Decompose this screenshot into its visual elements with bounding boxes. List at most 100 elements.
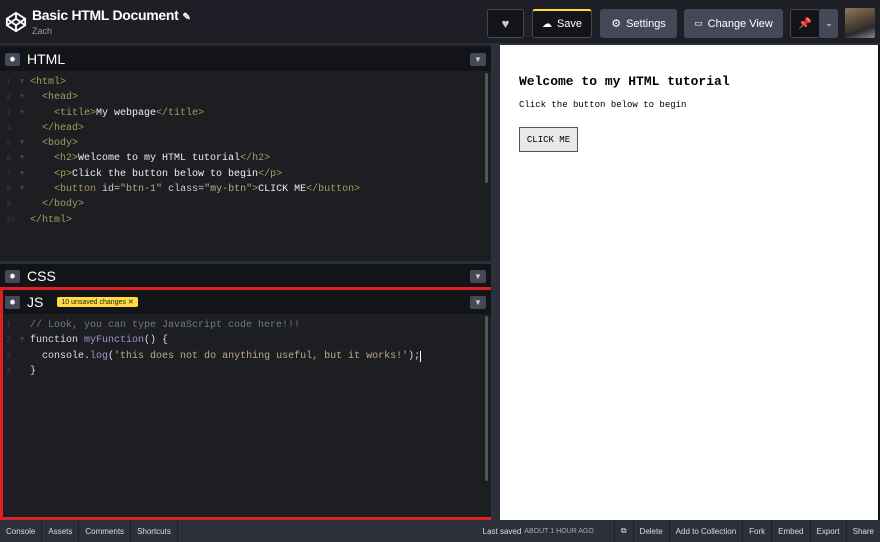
- line-number: 9: [6, 200, 11, 210]
- code-line[interactable]: 2 ▼ function myFunction() {: [0, 333, 491, 348]
- code-token: <html>: [30, 77, 67, 88]
- line-number: 4: [6, 123, 11, 133]
- code-token: </head>: [42, 122, 85, 134]
- footer-add-to-collection-button[interactable]: Add to Collection: [668, 520, 742, 542]
- footer-export-button[interactable]: Export: [809, 520, 846, 542]
- html-collapse-chevron-icon[interactable]: ▼: [470, 52, 486, 66]
- code-line[interactable]: 8 ▼ <button id="btn-1" class="my-btn">CLI…: [0, 182, 491, 197]
- close-icon[interactable]: ✕: [128, 299, 134, 306]
- fold-arrow-icon[interactable]: ▼: [20, 106, 24, 121]
- change-view-button[interactable]: ▭ Change View: [684, 9, 783, 38]
- js-collapse-chevron-icon[interactable]: ▼: [470, 295, 486, 309]
- html-settings-gear-icon[interactable]: ✹: [5, 52, 20, 66]
- preview-paragraph: Click the button below to begin: [519, 100, 687, 110]
- unsaved-changes-text: 10 unsaved changes: [61, 299, 126, 306]
- css-settings-gear-icon[interactable]: ✹: [5, 269, 20, 283]
- settings-button[interactable]: ⚙ Settings: [600, 9, 677, 38]
- line-number: 1: [6, 78, 11, 87]
- code-token: <title>: [54, 107, 97, 119]
- pen-title[interactable]: Basic HTML Document ✎: [32, 7, 191, 23]
- js-panel-title: JS: [27, 294, 44, 310]
- author-name[interactable]: Zach: [32, 26, 52, 36]
- unsaved-changes-badge[interactable]: 10 unsaved changes ✕: [57, 297, 138, 307]
- footer-comments-button[interactable]: Comments: [79, 520, 132, 542]
- html-scrollbar[interactable]: [485, 73, 488, 183]
- pane-resize-handle[interactable]: [491, 45, 500, 520]
- css-panel-title: CSS: [27, 268, 56, 284]
- code-line[interactable]: 1 // Look, you can type JavaScript code h…: [0, 318, 491, 333]
- code-line[interactable]: 3 ▼ <title>My webpage</title>: [0, 106, 491, 121]
- footer-fork-button[interactable]: Fork: [742, 520, 771, 542]
- fold-arrow-icon[interactable]: ▼: [20, 167, 24, 182]
- fold-arrow-icon[interactable]: ▼: [20, 182, 24, 197]
- fold-arrow-icon[interactable]: ▼: [20, 75, 24, 90]
- code-token: </h2>: [240, 153, 271, 165]
- pencil-icon[interactable]: ✎: [183, 12, 191, 23]
- line-number: 2: [6, 93, 11, 103]
- footer-embed-button[interactable]: Embed: [771, 520, 809, 542]
- footer-delete-button[interactable]: Delete: [632, 520, 669, 542]
- footer-share-button[interactable]: Share: [845, 520, 880, 542]
- code-line[interactable]: 1 ▼ <html>: [0, 75, 491, 90]
- avatar[interactable]: [845, 8, 875, 38]
- code-token: Welcome to my HTML tutorial: [78, 153, 241, 165]
- pin-dropdown-button[interactable]: ⌄: [820, 9, 838, 38]
- line-number: 4: [6, 366, 11, 376]
- code-line[interactable]: 5 ▼ <body>: [0, 136, 491, 151]
- footer-assets-button[interactable]: Assets: [42, 520, 80, 542]
- fold-arrow-icon[interactable]: ▼: [20, 90, 24, 105]
- code-line[interactable]: 6 ▼ <h2>Welcome to my HTML tutorial</h2>: [0, 151, 491, 166]
- fold-arrow-icon[interactable]: ▼: [20, 151, 24, 166]
- code-token: <button: [54, 184, 103, 196]
- code-line[interactable]: 9 </body>: [0, 197, 491, 212]
- html-code-editor[interactable]: 1 ▼ <html> 2 ▼ <head> 3 ▼ <title>My webpage</t…: [0, 73, 491, 261]
- code-token: 'this does not do anything useful, but i…: [114, 350, 409, 362]
- css-collapse-chevron-icon[interactable]: ▼: [470, 269, 486, 283]
- js-scrollbar[interactable]: [485, 316, 488, 481]
- code-line[interactable]: 10 </html>: [0, 213, 491, 228]
- line-number: 5: [6, 139, 11, 149]
- code-token: "my-btn": [204, 184, 253, 196]
- code-line[interactable]: 2 ▼ <head>: [0, 90, 491, 105]
- cloud-icon: ☁: [541, 18, 552, 30]
- footer-shortcuts-button[interactable]: Shortcuts: [131, 520, 178, 542]
- text-cursor: [420, 350, 422, 362]
- code-token: My webpage: [96, 107, 157, 119]
- preview-heading: Welcome to my HTML tutorial: [519, 74, 730, 89]
- last-saved-status: Last saved ABOUT 1 HOUR AGO: [477, 520, 600, 542]
- line-number: 2: [6, 336, 11, 346]
- heart-icon: ♥: [501, 16, 510, 31]
- codepen-logo-icon[interactable]: [5, 11, 27, 33]
- fold-arrow-icon[interactable]: ▼: [20, 333, 24, 348]
- like-button[interactable]: ♥: [487, 9, 524, 38]
- code-token: <body>: [42, 138, 79, 150]
- pin-button[interactable]: 📌: [790, 9, 820, 38]
- line-number: 7: [6, 169, 11, 179]
- fold-arrow-icon[interactable]: ▼: [20, 136, 24, 151]
- footer-console-button[interactable]: Console: [0, 520, 43, 542]
- line-number: 10: [6, 215, 16, 225]
- code-line[interactable]: 3 console.log('this does not do anything…: [0, 349, 491, 364]
- code-line[interactable]: 7 ▼ <p>Click the button below to begin</p…: [0, 167, 491, 182]
- footer-bar: Console Assets Comments Shortcuts Last s…: [0, 520, 880, 542]
- last-saved-value: ABOUT 1 HOUR AGO: [524, 527, 594, 535]
- js-panel-header: ✹ JS 10 unsaved changes ✕ ▼: [0, 290, 491, 314]
- code-token: log: [90, 350, 109, 362]
- chevron-down-icon: ⌄: [825, 18, 833, 28]
- save-button[interactable]: ☁ Save: [532, 9, 592, 38]
- js-settings-gear-icon[interactable]: ✹: [5, 295, 20, 309]
- code-line[interactable]: 4 </head>: [0, 121, 491, 136]
- css-panel-header[interactable]: ✹ CSS ▼: [0, 264, 491, 288]
- open-external-button[interactable]: ⧉: [613, 520, 633, 542]
- code-token: myFunction: [84, 335, 145, 347]
- preview-click-me-button[interactable]: CLICK ME: [519, 127, 578, 152]
- js-code-editor[interactable]: 1 // Look, you can type JavaScript code h…: [0, 316, 491, 519]
- code-token: "btn-1": [120, 184, 163, 196]
- code-line[interactable]: 4}: [0, 364, 491, 379]
